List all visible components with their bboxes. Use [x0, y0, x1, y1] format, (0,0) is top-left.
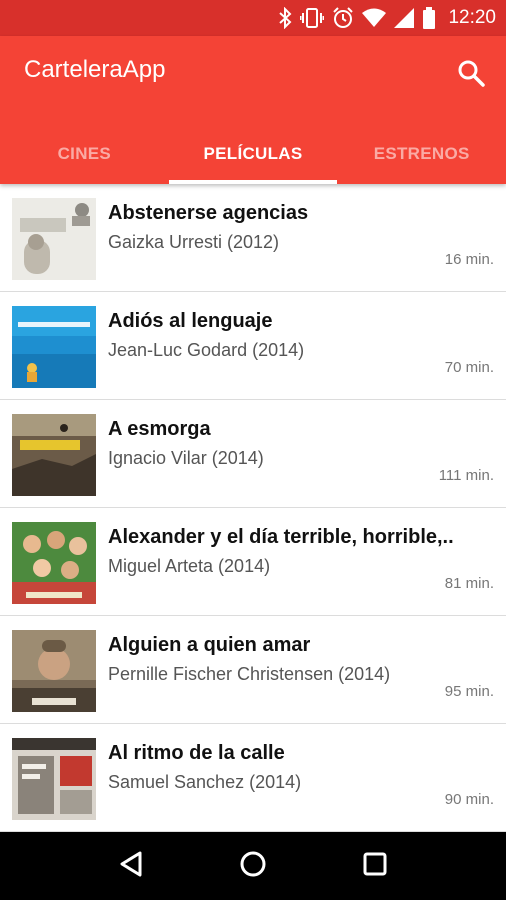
movie-poster — [12, 306, 96, 388]
bluetooth-icon — [278, 7, 292, 29]
alarm-icon — [332, 7, 354, 29]
movie-poster — [12, 522, 96, 604]
home-icon — [239, 850, 267, 883]
movie-director: Pernille Fischer Christensen (2014) — [108, 664, 391, 684]
wifi-icon — [362, 8, 387, 28]
movie-director: Miguel Arteta (2014) — [108, 556, 271, 576]
clock: 12:20 — [448, 7, 496, 28]
status-bar: 12:20 — [0, 0, 506, 36]
movie-item[interactable]: Alguien a quien amar Pernille Fischer Ch… — [0, 616, 506, 724]
movie-poster — [12, 414, 96, 496]
movie-title: Alguien a quien amar — [108, 634, 311, 656]
tab-bar: CINES PELÍCULAS ESTRENOS — [0, 124, 506, 184]
movie-poster — [12, 630, 96, 712]
battery-icon — [422, 7, 436, 29]
movie-duration: 111 min. — [438, 467, 494, 484]
movie-poster — [12, 738, 96, 820]
recents-button[interactable] — [350, 841, 400, 891]
tab-peliculas[interactable]: PELÍCULAS — [168, 124, 338, 184]
movie-duration: 81 min. — [444, 575, 494, 592]
movie-item[interactable]: Al ritmo de la calle Samuel Sanchez (201… — [0, 724, 506, 832]
search-icon — [457, 59, 485, 92]
movie-title: Abstenerse agencias — [108, 202, 309, 224]
movie-director: Gaizka Urresti (2012) — [108, 232, 280, 252]
movie-poster — [12, 198, 96, 280]
movie-director: Jean-Luc Godard (2014) — [108, 340, 305, 360]
movie-duration: 16 min. — [444, 251, 494, 268]
movie-duration: 95 min. — [444, 683, 494, 700]
movie-item[interactable]: Abstenerse agencias Gaizka Urresti (2012… — [0, 184, 506, 292]
app-title: CarteleraApp — [24, 56, 166, 83]
movie-list[interactable]: Abstenerse agencias Gaizka Urresti (2012… — [0, 184, 506, 832]
home-button[interactable] — [228, 841, 278, 891]
movie-title: Adiós al lenguaje — [108, 310, 273, 332]
movie-duration: 90 min. — [444, 791, 494, 808]
movie-title: A esmorga — [108, 418, 211, 440]
back-button[interactable] — [106, 841, 156, 891]
tab-estrenos[interactable]: ESTRENOS — [337, 124, 506, 184]
vibrate-icon — [300, 7, 325, 29]
movie-item[interactable]: Adiós al lenguaje Jean-Luc Godard (2014)… — [0, 292, 506, 400]
movie-item[interactable]: A esmorga Ignacio Vilar (2014) 111 min. — [0, 400, 506, 508]
movie-director: Samuel Sanchez (2014) — [108, 772, 302, 792]
search-button[interactable] — [454, 58, 488, 92]
movie-title: Al ritmo de la calle — [108, 742, 285, 764]
back-icon — [118, 850, 144, 883]
movie-title: Alexander y el día terrible, horrible,.. — [108, 526, 454, 548]
tab-cines[interactable]: CINES — [0, 124, 169, 184]
recents-icon — [362, 851, 388, 882]
movie-item[interactable]: Alexander y el día terrible, horrible,..… — [0, 508, 506, 616]
status-icons: 12:20 — [278, 0, 496, 36]
app-bar: CarteleraApp CINES PELÍCULAS ESTRENOS — [0, 36, 506, 184]
navigation-bar — [0, 832, 506, 900]
movie-duration: 70 min. — [444, 359, 494, 376]
movie-director: Ignacio Vilar (2014) — [108, 448, 264, 468]
signal-icon — [394, 8, 415, 28]
